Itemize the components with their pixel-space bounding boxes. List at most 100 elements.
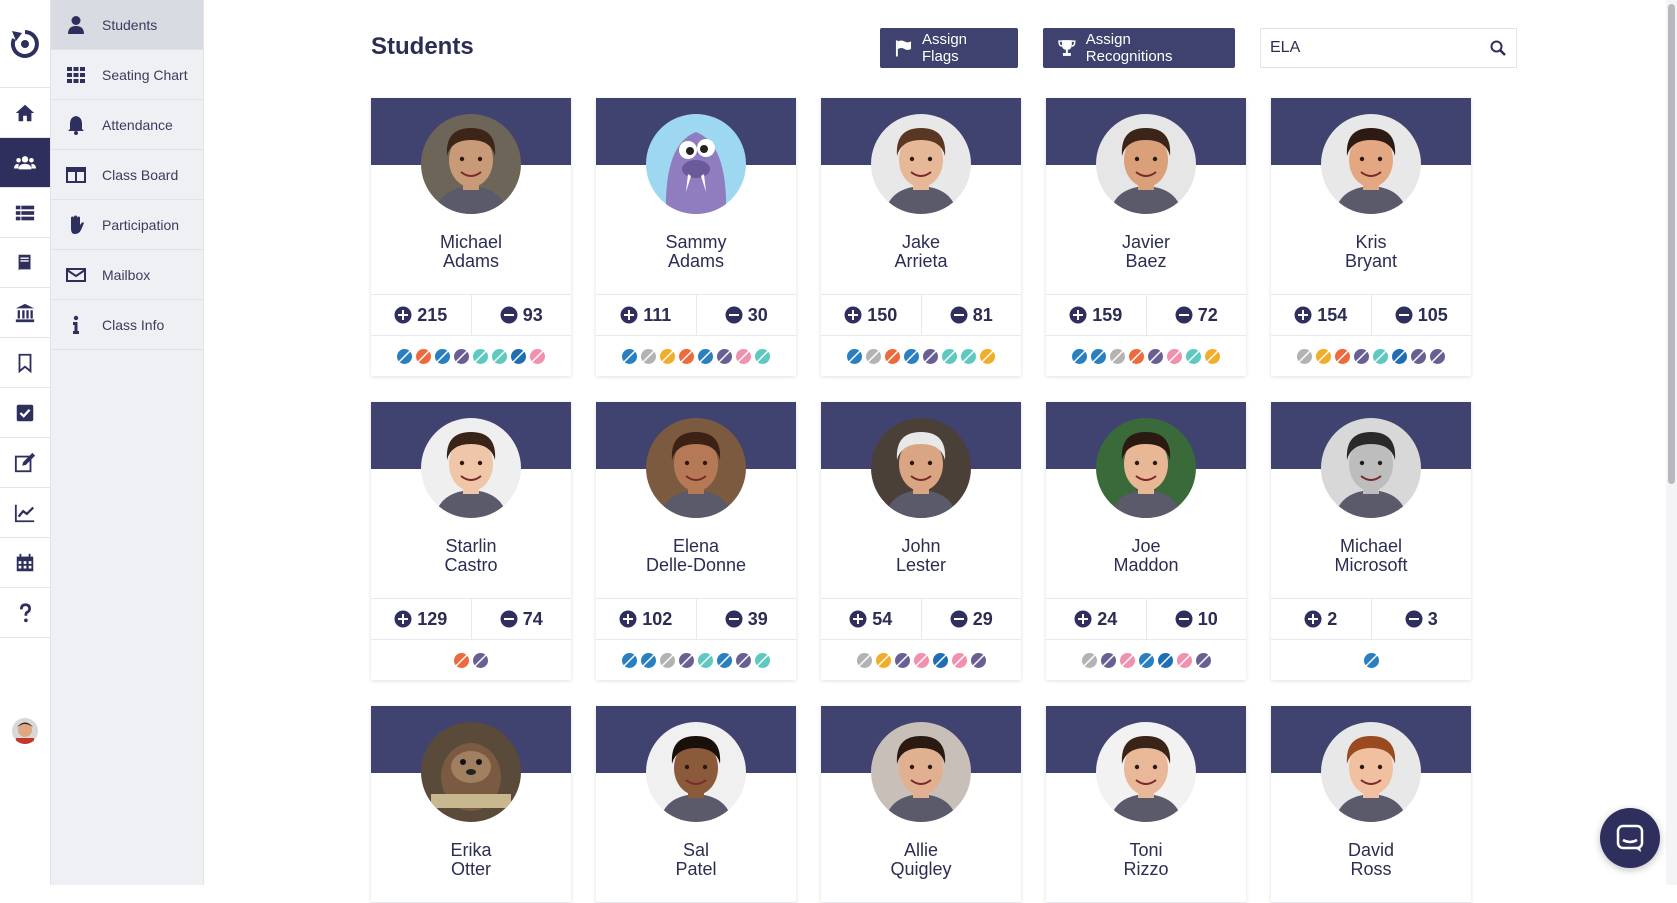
subnav-item-seating-chart[interactable]: Seating Chart bbox=[51, 50, 203, 100]
badge-dot[interactable] bbox=[1148, 348, 1163, 364]
badge-dot[interactable] bbox=[397, 348, 412, 364]
subnav-item-participation[interactable]: Participation bbox=[51, 200, 203, 250]
badge-dot[interactable] bbox=[847, 348, 862, 364]
assign-recognitions-button[interactable]: Assign Recognitions bbox=[1043, 28, 1235, 68]
student-card[interactable]: Joe Maddon 24 10 bbox=[1046, 402, 1246, 680]
badge-dot[interactable] bbox=[416, 348, 431, 364]
student-card[interactable]: Starlin Castro 129 74 bbox=[371, 402, 571, 680]
badge-dot[interactable] bbox=[1110, 348, 1125, 364]
badge-dot[interactable] bbox=[736, 348, 751, 364]
negative-points[interactable]: 39 bbox=[695, 599, 797, 639]
badge-dot[interactable] bbox=[894, 652, 910, 668]
edit-icon[interactable] bbox=[0, 438, 50, 488]
positive-points[interactable]: 102 bbox=[596, 599, 696, 639]
negative-points[interactable]: 105 bbox=[1370, 295, 1472, 335]
student-card[interactable]: David Ross bbox=[1271, 706, 1471, 903]
badge-dot[interactable] bbox=[473, 348, 488, 364]
search-icon[interactable] bbox=[1480, 40, 1516, 56]
badge-dot[interactable] bbox=[1100, 652, 1116, 668]
badge-dot[interactable] bbox=[1072, 348, 1087, 364]
badge-dot[interactable] bbox=[970, 652, 986, 668]
badge-dot[interactable] bbox=[454, 652, 469, 668]
badge-dot[interactable] bbox=[1081, 652, 1097, 668]
badge-dot[interactable] bbox=[679, 348, 694, 364]
badge-dot[interactable] bbox=[923, 348, 938, 364]
negative-points[interactable]: 93 bbox=[470, 295, 572, 335]
badge-dot[interactable] bbox=[961, 348, 976, 364]
student-card[interactable]: Javier Baez 159 72 bbox=[1046, 98, 1246, 376]
badge-dot[interactable] bbox=[942, 348, 957, 364]
search-input[interactable] bbox=[1261, 29, 1480, 67]
positive-points[interactable]: 129 bbox=[371, 599, 471, 639]
badge-dot[interactable] bbox=[660, 652, 675, 668]
student-card[interactable]: Sammy Adams 111 30 bbox=[596, 98, 796, 376]
badge-dot[interactable] bbox=[435, 348, 450, 364]
badge-dot[interactable] bbox=[1373, 348, 1388, 364]
negative-points[interactable]: 81 bbox=[920, 295, 1022, 335]
badge-dot[interactable] bbox=[1138, 652, 1154, 668]
badge-dot[interactable] bbox=[1335, 348, 1350, 364]
badge-dot[interactable] bbox=[1129, 348, 1144, 364]
badge-dot[interactable] bbox=[1297, 348, 1312, 364]
negative-points[interactable]: 74 bbox=[470, 599, 572, 639]
student-card[interactable]: Michael Adams 215 93 bbox=[371, 98, 571, 376]
student-card[interactable]: Jake Arrieta 150 81 bbox=[821, 98, 1021, 376]
scroll-thumb[interactable] bbox=[1668, 4, 1675, 484]
badge-dot[interactable] bbox=[679, 652, 694, 668]
book-icon[interactable] bbox=[0, 238, 50, 288]
app-logo[interactable] bbox=[0, 0, 50, 88]
badge-dot[interactable] bbox=[717, 652, 732, 668]
list-icon[interactable] bbox=[0, 188, 50, 238]
badge-dot[interactable] bbox=[1411, 348, 1426, 364]
badge-dot[interactable] bbox=[980, 348, 995, 364]
badge-dot[interactable] bbox=[904, 348, 919, 364]
student-card[interactable]: Allie Quigley bbox=[821, 706, 1021, 903]
subnav-item-class-board[interactable]: Class Board bbox=[51, 150, 203, 200]
subnav-item-class-info[interactable]: Class Info bbox=[51, 300, 203, 350]
badge-dot[interactable] bbox=[492, 348, 507, 364]
badge-dot[interactable] bbox=[951, 652, 967, 668]
student-card[interactable]: Kris Bryant 154 105 bbox=[1271, 98, 1471, 376]
bookmark-icon[interactable] bbox=[0, 338, 50, 388]
positive-points[interactable]: 111 bbox=[596, 295, 696, 335]
badge-dot[interactable] bbox=[622, 348, 637, 364]
badge-dot[interactable] bbox=[698, 348, 713, 364]
badge-dot[interactable] bbox=[454, 348, 469, 364]
badge-dot[interactable] bbox=[856, 652, 872, 668]
positive-points[interactable]: 24 bbox=[1046, 599, 1146, 639]
badge-dot[interactable] bbox=[1167, 348, 1182, 364]
badge-dot[interactable] bbox=[530, 348, 545, 364]
positive-points[interactable]: 154 bbox=[1271, 295, 1371, 335]
assign-flags-button[interactable]: Assign Flags bbox=[880, 28, 1018, 68]
badge-dot[interactable] bbox=[641, 652, 656, 668]
negative-points[interactable]: 29 bbox=[920, 599, 1022, 639]
negative-points[interactable]: 72 bbox=[1145, 295, 1247, 335]
subnav-item-students[interactable]: Students bbox=[51, 0, 203, 50]
badge-dot[interactable] bbox=[660, 348, 675, 364]
badge-dot[interactable] bbox=[1119, 652, 1135, 668]
badge-dot[interactable] bbox=[1392, 348, 1407, 364]
positive-points[interactable]: 215 bbox=[371, 295, 471, 335]
badge-dot[interactable] bbox=[736, 652, 751, 668]
badge-dot[interactable] bbox=[755, 652, 770, 668]
negative-points[interactable]: 3 bbox=[1370, 599, 1472, 639]
students-icon[interactable] bbox=[0, 138, 50, 188]
badge-dot[interactable] bbox=[885, 348, 900, 364]
chat-button[interactable] bbox=[1600, 808, 1660, 868]
badge-dot[interactable] bbox=[932, 652, 948, 668]
badge-dot[interactable] bbox=[1205, 348, 1220, 364]
badge-dot[interactable] bbox=[1091, 348, 1106, 364]
badge-dot[interactable] bbox=[622, 652, 637, 668]
positive-points[interactable]: 2 bbox=[1271, 599, 1371, 639]
student-card[interactable]: Elena Delle-Donne 102 39 bbox=[596, 402, 796, 680]
student-card[interactable]: Michael Microsoft 2 3 bbox=[1271, 402, 1471, 680]
badge-dot[interactable] bbox=[1157, 652, 1173, 668]
badge-dot[interactable] bbox=[1176, 652, 1192, 668]
scrollbar[interactable] bbox=[1666, 0, 1677, 885]
bank-icon[interactable] bbox=[0, 288, 50, 338]
badge-dot[interactable] bbox=[1354, 348, 1369, 364]
badge-dot[interactable] bbox=[717, 348, 732, 364]
badge-dot[interactable] bbox=[473, 652, 488, 668]
badge-dot[interactable] bbox=[698, 652, 713, 668]
badge-dot[interactable] bbox=[866, 348, 881, 364]
